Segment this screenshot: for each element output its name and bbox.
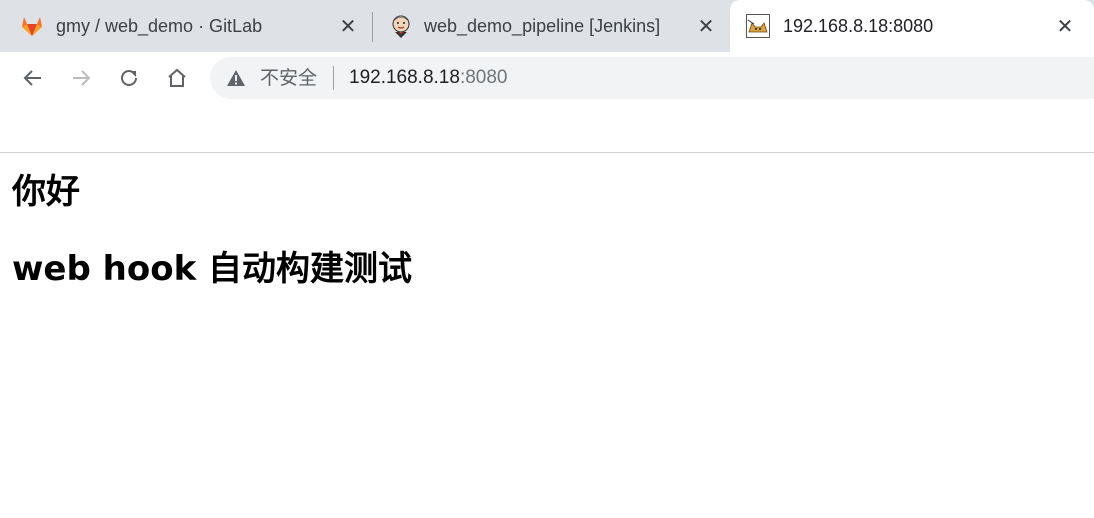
url-text[interactable]: 192.168.8.18:8080 [349, 66, 508, 90]
tab-title: 192.168.8.18:8080 [783, 16, 934, 36]
gitlab-fox-icon [20, 14, 44, 38]
page-content: 你好 web hook 自动构建测试 [0, 154, 1094, 518]
tab-gitlab[interactable]: gmy / web_demo · GitLab ✕ [0, 0, 372, 52]
jenkins-butler-icon [389, 14, 413, 38]
reload-icon [121, 69, 137, 86]
arrow-right-icon [73, 70, 91, 86]
url-host: 192.168.8.18 [349, 67, 460, 88]
tab-strip: gmy / web_demo · GitLab ✕ web_demo_pipel… [0, 0, 1094, 52]
warning-triangle-icon[interactable] [226, 68, 246, 88]
back-button[interactable] [15, 60, 51, 96]
page-heading-webhook: web hook 自动构建测试 [12, 249, 413, 289]
tab-title: gmy / web_demo · GitLab [56, 16, 263, 36]
forward-button[interactable] [63, 60, 99, 96]
tab-title: web_demo_pipeline [Jenkins] [424, 16, 661, 36]
close-icon[interactable]: ✕ [336, 14, 360, 38]
tomcat-cat-icon [746, 14, 770, 38]
omnibox-divider [333, 66, 334, 90]
close-icon[interactable]: ✕ [694, 14, 718, 38]
arrow-left-icon [23, 70, 41, 86]
tab-localhost[interactable]: 192.168.8.18:8080 ✕ [730, 0, 1094, 52]
close-icon[interactable]: ✕ [1053, 14, 1077, 38]
url-port: :8080 [459, 67, 508, 88]
security-status-label[interactable]: 不安全 [260, 66, 317, 90]
browser-toolbar: 不安全 192.168.8.18:8080 [0, 52, 1094, 104]
home-icon [168, 68, 186, 87]
page-heading-greeting: 你好 [12, 172, 80, 212]
tab-jenkins[interactable]: web_demo_pipeline [Jenkins] ✕ [372, 0, 730, 52]
bookmarks-bar [0, 104, 1094, 153]
home-button[interactable] [159, 60, 195, 96]
address-bar[interactable]: 不安全 192.168.8.18:8080 [210, 57, 1094, 99]
reload-button[interactable] [111, 60, 147, 96]
